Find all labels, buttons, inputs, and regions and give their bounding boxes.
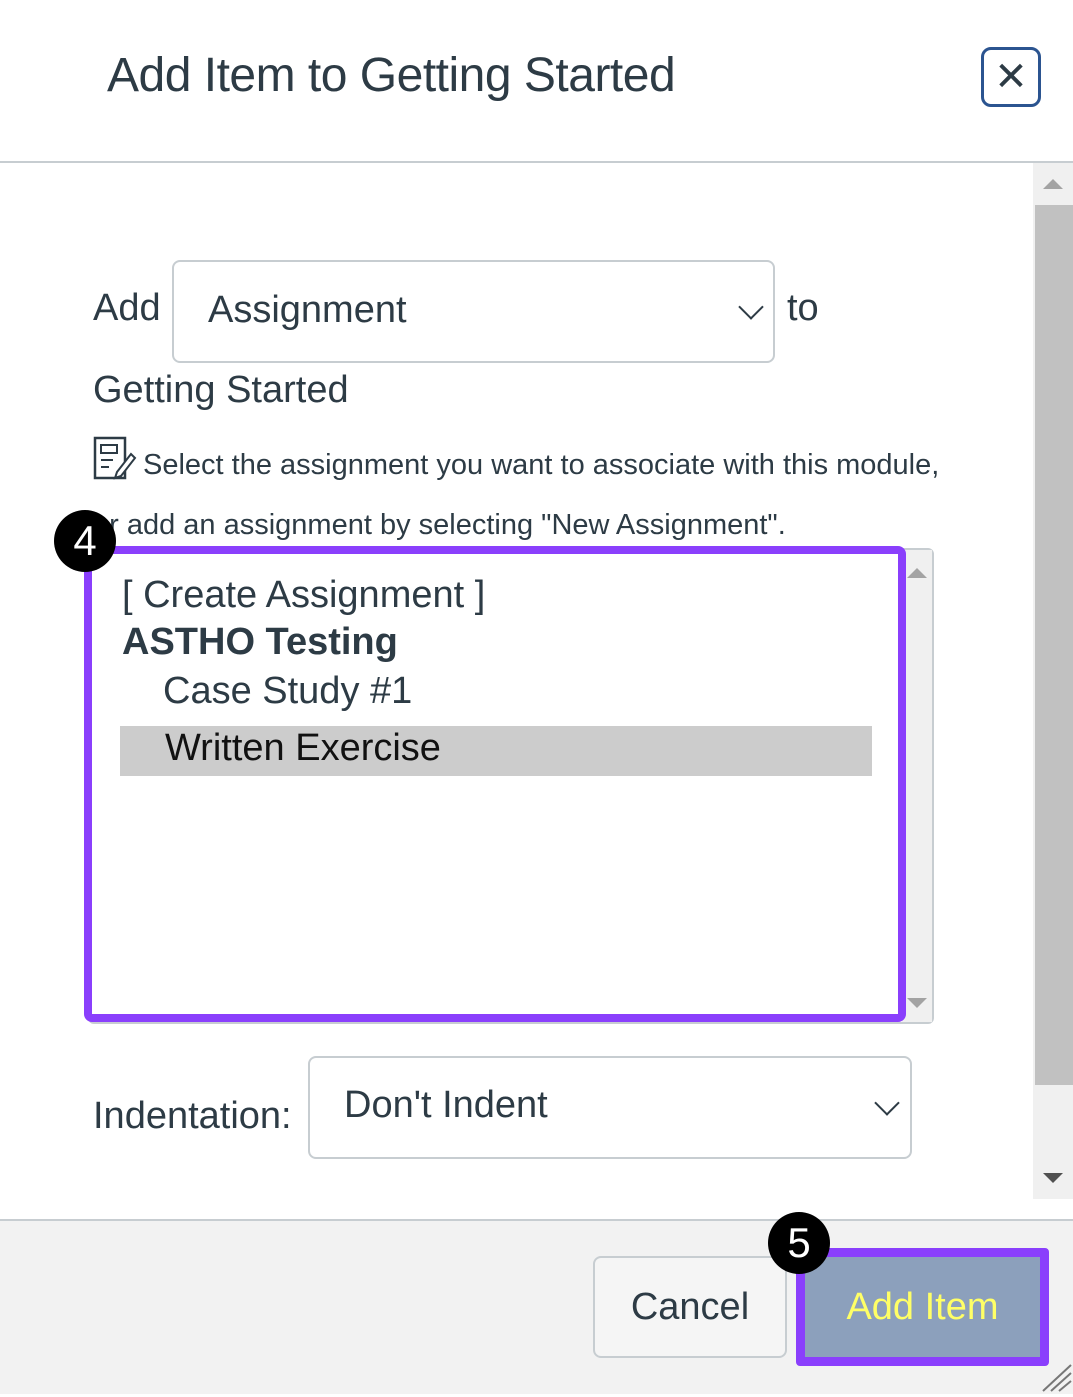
assignment-icon xyxy=(93,436,137,499)
scroll-up-icon[interactable] xyxy=(1043,179,1063,189)
scroll-down-icon[interactable] xyxy=(1043,1173,1063,1183)
dialog-title: Add Item to Getting Started xyxy=(107,49,676,102)
resize-grip-icon[interactable] xyxy=(1033,1355,1073,1392)
dialog-scrollbar[interactable] xyxy=(1033,163,1073,1199)
dialog-header: Add Item to Getting Started ✕ xyxy=(0,0,1073,163)
item-type-select[interactable]: Assignment xyxy=(172,260,775,363)
indentation-select[interactable]: Don't Indent xyxy=(308,1056,912,1159)
cancel-button[interactable]: Cancel xyxy=(593,1256,787,1358)
help-text: Select the assignment you want to associ… xyxy=(93,449,940,541)
add-item-button[interactable]: Add Item xyxy=(796,1248,1049,1366)
module-name: Getting Started xyxy=(93,369,349,411)
list-scroll-up-icon[interactable] xyxy=(907,568,927,578)
indentation-value: Don't Indent xyxy=(344,1084,548,1126)
to-label: to xyxy=(787,287,819,329)
listbox-scrollbar[interactable] xyxy=(902,550,932,1022)
step-4-highlight xyxy=(84,546,906,1022)
scrollbar-thumb[interactable] xyxy=(1035,205,1073,1085)
help-text-block: Select the assignment you want to associ… xyxy=(93,436,943,551)
step-5-badge: 5 xyxy=(768,1212,830,1274)
step-4-badge: 4 xyxy=(54,510,116,572)
chevron-down-icon xyxy=(738,294,764,320)
add-label: Add xyxy=(93,287,161,329)
item-type-value: Assignment xyxy=(208,289,407,331)
indentation-label: Indentation: xyxy=(93,1095,292,1137)
close-icon: ✕ xyxy=(994,55,1028,99)
list-scroll-down-icon[interactable] xyxy=(907,998,927,1008)
close-button[interactable]: ✕ xyxy=(981,47,1041,107)
chevron-down-icon xyxy=(874,1090,900,1116)
